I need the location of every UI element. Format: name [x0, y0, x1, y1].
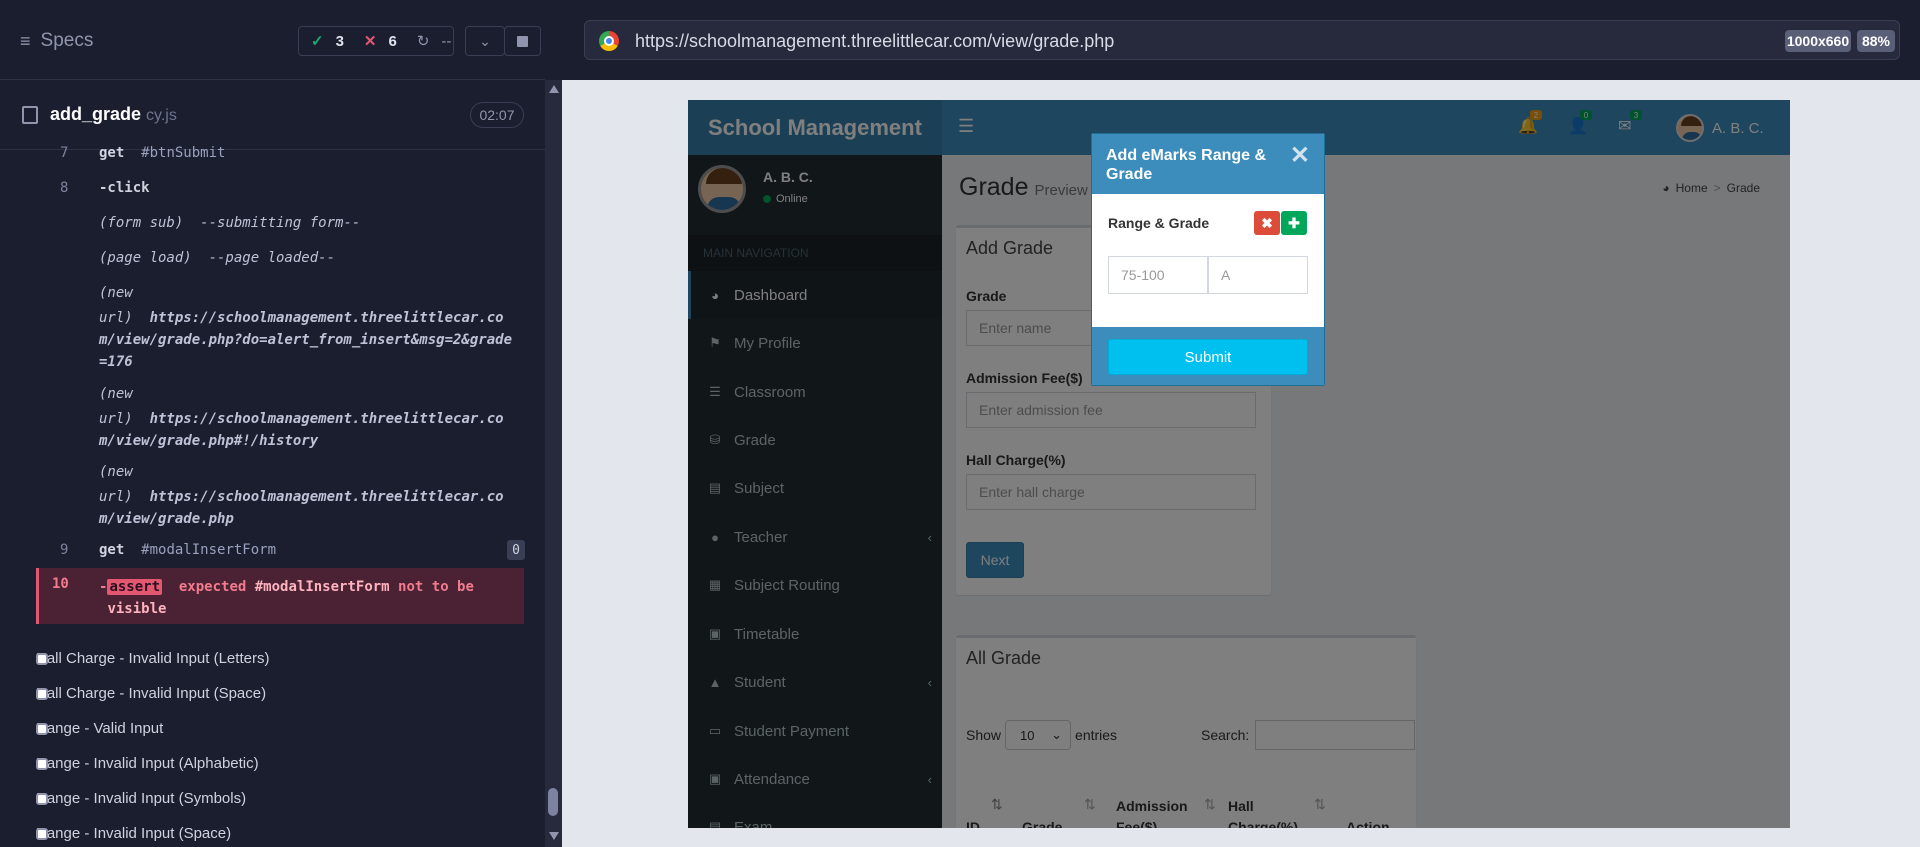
scroll-down-icon[interactable]: [549, 832, 559, 840]
range-grade-label: Range & Grade: [1108, 215, 1210, 231]
add-row-button[interactable]: ✚: [1281, 211, 1307, 235]
range-input[interactable]: 75-100: [1108, 256, 1208, 294]
pending-icon: ↻: [416, 33, 430, 50]
test-status-icon: [36, 757, 48, 770]
url-text: https://schoolmanagement.threelittlecar.…: [635, 31, 1115, 51]
cypress-reporter: ≡ Specs ✓ 3 ✕ 6 ↻ -- ⌄ add_grade cy.js 0…: [0, 0, 562, 847]
specs-button[interactable]: ≡ Specs: [20, 30, 93, 52]
test-status-icon: [36, 722, 48, 735]
scroll-thumb[interactable]: [548, 788, 558, 816]
new-url-row[interactable]: (new url) https://schoolmanagement.three…: [0, 464, 525, 527]
chevron-down-icon: ⌄: [479, 32, 491, 49]
app-frame: School Management ☰ 🔔 2 👤 0 ✉ 3 A. B. C.…: [688, 100, 1790, 828]
stop-icon: [517, 35, 528, 47]
test-status-icon: [36, 652, 48, 665]
remove-row-button[interactable]: ✖: [1254, 211, 1280, 235]
chevron-down-button[interactable]: ⌄: [465, 26, 505, 56]
test-item[interactable]: Range - Invalid Input (Space): [36, 825, 231, 842]
file-icon: [22, 106, 38, 124]
new-url-row[interactable]: (new url) https://schoolmanagement.three…: [0, 386, 525, 449]
spec-name: add_grade cy.js: [50, 104, 177, 124]
test-item[interactable]: Hall Charge - Invalid Input (Space): [36, 685, 266, 702]
test-status-icon: [36, 792, 48, 805]
new-url-row[interactable]: (new url) https://schoolmanagement.three…: [0, 285, 525, 370]
failed-assert-row[interactable]: 10 - assert expected #modalInsertForm not…: [36, 568, 524, 624]
command-row[interactable]: 9 get #modalInsertForm 0: [0, 540, 525, 566]
test-status-icon: [36, 687, 48, 700]
specs-menu-icon: ≡: [20, 30, 31, 51]
viewport-size[interactable]: 1000x660: [1785, 30, 1851, 52]
add-range-modal: Add eMarks Range & Grade ✕ Range & Grade…: [1091, 133, 1325, 386]
url-box[interactable]: https://schoolmanagement.threelittlecar.…: [584, 20, 1900, 60]
scroll-up-icon[interactable]: [549, 85, 559, 93]
aut-panel: https://schoolmanagement.threelittlecar.…: [562, 0, 1920, 847]
test-item[interactable]: Range - Valid Input: [36, 720, 163, 737]
spec-file-row[interactable]: add_grade cy.js 02:07: [0, 80, 545, 150]
chrome-icon: [599, 31, 619, 51]
remove-icon: ✖: [1261, 214, 1273, 231]
passed-count: 3: [335, 32, 344, 50]
test-stats: ✓ 3 ✕ 6 ↻ --: [298, 26, 454, 56]
failed-icon: ✕: [363, 33, 377, 50]
test-item[interactable]: Hall Charge - Invalid Input (Letters): [36, 650, 269, 667]
submit-button[interactable]: Submit: [1108, 339, 1308, 375]
element-count-badge: 0: [507, 540, 525, 560]
zoom-level[interactable]: 88%: [1857, 30, 1895, 52]
pending-count: --: [441, 32, 452, 50]
test-item[interactable]: Range - Invalid Input (Symbols): [36, 790, 246, 807]
close-icon[interactable]: ✕: [1290, 144, 1310, 168]
reporter-header: ≡ Specs ✓ 3 ✕ 6 ↻ -- ⌄: [0, 0, 545, 80]
modal-footer: Submit: [1092, 327, 1324, 385]
assert-tag: assert: [107, 579, 163, 595]
specs-label: Specs: [40, 30, 94, 51]
passed-icon: ✓: [311, 33, 324, 50]
test-status-icon: [36, 827, 48, 840]
failed-count: 6: [388, 32, 397, 50]
reporter-scrollbar[interactable]: [545, 80, 562, 847]
stop-button[interactable]: [504, 26, 541, 56]
grade-input[interactable]: A: [1208, 256, 1308, 294]
aut-url-bar: https://schoolmanagement.threelittlecar.…: [562, 0, 1920, 80]
plus-icon: ✚: [1288, 214, 1300, 231]
test-item[interactable]: Range - Invalid Input (Alphabetic): [36, 755, 259, 772]
spec-duration: 02:07: [470, 102, 524, 128]
